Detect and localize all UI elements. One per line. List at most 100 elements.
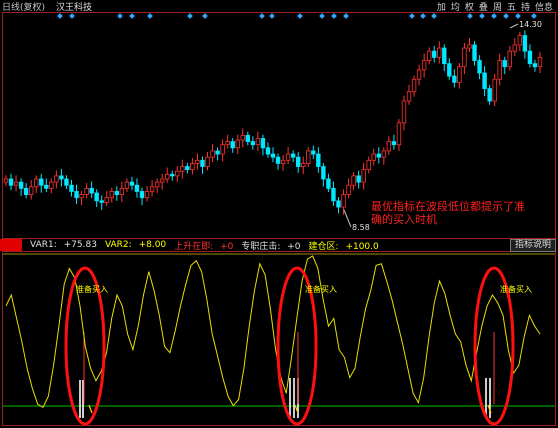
candle-body: [260, 138, 266, 149]
event-diamond: [479, 13, 485, 19]
buy-label-1: 准备买入: [76, 284, 108, 294]
event-diamond: [515, 13, 521, 19]
candle-body: [18, 181, 24, 189]
signal-bars: [79, 332, 495, 418]
candle-body: [89, 187, 94, 194]
var2-readout: VAR2: +8.00: [104, 240, 167, 250]
candle-body: [79, 194, 84, 199]
candle-body: [245, 134, 251, 142]
indicator-explain-button[interactable]: 指标说明: [509, 239, 556, 252]
candle-body: [144, 191, 150, 199]
candle-body: [195, 159, 200, 164]
candle-body: [285, 153, 291, 161]
candle-body: [492, 78, 497, 102]
candle-body: [537, 57, 543, 68]
candle-body: [255, 138, 261, 146]
candle-body: [74, 191, 79, 199]
price-and-indicator-chart: 14.30 8.58 最优指标在波段低位都提示了准 确的买入时机 准备买入 准备…: [3, 13, 555, 426]
candle-body: [210, 150, 215, 158]
candle-body: [522, 35, 528, 52]
annotation-line-1: 最优指标在波段低位都提示了准: [371, 199, 525, 213]
candle-body: [351, 175, 356, 186]
candle-body: [532, 63, 538, 68]
candle-body: [426, 50, 432, 61]
var1-line: [5, 255, 541, 409]
candle-body: [3, 178, 9, 183]
candle-body: [366, 159, 371, 171]
candle-body: [134, 184, 140, 192]
indicator-info-bar: VAR1: +75.83 VAR2: +8.00 上升在即: +0 专职庄击: …: [0, 239, 558, 252]
candle-body: [517, 35, 523, 46]
event-diamond: [69, 13, 75, 19]
candle-body: [265, 147, 271, 155]
candle-body: [467, 44, 472, 49]
candle-body: [326, 178, 331, 189]
candle-body: [84, 187, 89, 195]
candle-body: [432, 50, 437, 58]
candle-body: [482, 72, 487, 89]
candle-body: [175, 170, 180, 177]
event-diamond: [57, 13, 63, 19]
candle-body: [311, 150, 316, 155]
candle-body: [472, 44, 477, 61]
candle-body: [139, 191, 145, 199]
candle-body: [406, 91, 412, 102]
event-diamond: [259, 13, 265, 19]
candle-body: [34, 178, 39, 188]
candle-body: [502, 60, 507, 68]
event-diamond: [269, 13, 275, 19]
candle-body: [356, 175, 361, 183]
chart-window: { "header": { "period_label": "日线(复权)", …: [0, 0, 558, 428]
candle-body: [497, 60, 502, 80]
candle-body: [452, 75, 457, 83]
candle-body: [225, 141, 230, 146]
candle-body: [64, 178, 69, 186]
candle-body: [200, 159, 205, 167]
candle-body: [13, 181, 19, 186]
candle-body: [295, 156, 301, 167]
candle-body: [54, 175, 59, 183]
event-diamond: [503, 13, 509, 19]
event-diamond: [319, 13, 325, 19]
buy-label-3: 准备买入: [500, 284, 532, 294]
candle-body: [230, 141, 235, 149]
candle-body: [371, 153, 376, 161]
candle-body: [421, 60, 427, 71]
candle-body: [290, 153, 296, 158]
event-diamond: [531, 13, 537, 19]
candle-body: [159, 178, 165, 183]
candle-body: [306, 150, 311, 164]
candle-body: [321, 166, 326, 180]
indicator-color-block: [0, 239, 22, 251]
event-diamond: [129, 13, 135, 19]
candle-body: [185, 166, 190, 171]
candle-body: [346, 184, 351, 195]
candle-body: [28, 186, 34, 195]
candle-body: [250, 141, 256, 146]
candle-body: [442, 47, 447, 65]
candle-body: [401, 100, 407, 124]
candle-body: [487, 88, 492, 102]
candle-body: [154, 181, 160, 188]
candle-body: [235, 139, 240, 149]
event-diamond: [343, 13, 349, 19]
var1-readout: VAR1: +75.83: [30, 240, 97, 250]
candle-body: [44, 184, 49, 189]
candle-body: [39, 178, 44, 186]
candle-body: [59, 175, 64, 180]
candle-body: [205, 156, 210, 167]
candle-body: [507, 50, 512, 68]
candle-body: [336, 200, 341, 208]
event-diamond: [297, 13, 303, 19]
candle-body: [437, 47, 442, 58]
candle-body: [527, 50, 533, 65]
dealer-readout: 专职庄击: +0: [241, 241, 301, 252]
event-diamond: [187, 13, 193, 19]
candle-body: [104, 197, 109, 203]
candle-body: [280, 159, 286, 164]
candlestick-series: [3, 30, 543, 215]
buy-label-2: 准备买入: [305, 284, 337, 294]
event-diamond: [491, 13, 497, 19]
candle-body: [149, 186, 155, 192]
candle-body: [124, 181, 130, 189]
